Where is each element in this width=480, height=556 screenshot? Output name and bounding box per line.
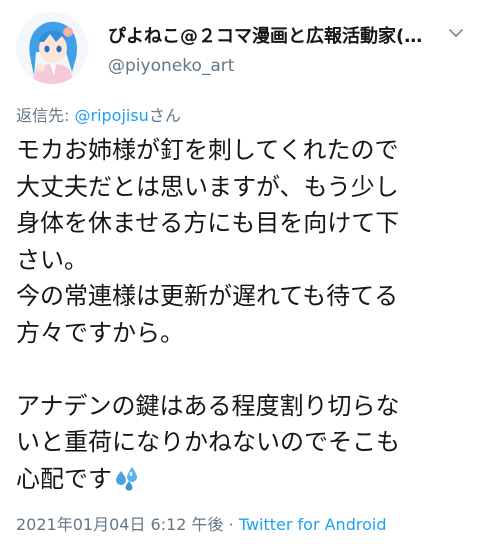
avatar[interactable] (16, 12, 88, 84)
client-link[interactable]: Twitter for Android (239, 515, 387, 534)
reply-to-line: 返信先: @ripojisuさん (16, 102, 181, 126)
chevron-down-icon[interactable] (447, 26, 465, 40)
tweet-card: ぴよねこ@２コマ漫画と広報活動家(… @piyoneko_art 返信先: @r… (0, 0, 480, 556)
tweet-line: さい。 (16, 245, 88, 274)
tweet-line-text: 心配です (16, 464, 112, 493)
reply-mention-link[interactable]: @ripojisu (74, 106, 148, 125)
tweet-line: 大丈夫だとは思いますが、もう少し (16, 172, 399, 201)
tweet-text: モカお姉様が釘を刺してくれたので 大丈夫だとは思いますが、もう少し 身体を休ませ… (16, 132, 476, 497)
timestamp[interactable]: 2021年01月04日 6:12 午後 (16, 515, 224, 534)
tweet-meta: 2021年01月04日 6:12 午後 · Twitter for Androi… (16, 511, 386, 535)
tweet-line: アナデンの鍵はある程度割り切らな (16, 391, 400, 420)
tweet-line-last: 心配です (16, 461, 476, 498)
display-name[interactable]: ぴよねこ@２コマ漫画と広報活動家(… (108, 22, 438, 48)
tweet-line: モカお姉様が釘を刺してくれたので (16, 136, 399, 164)
tweet-line: 方々ですから。 (16, 318, 184, 347)
tweet-line: 身体を休ませる方にも目を向けて下 (16, 209, 400, 237)
reply-suffix: さん (148, 106, 181, 125)
reply-prefix: 返信先: (16, 106, 75, 125)
tweet-line: いと重荷になりかねないのでそこも (16, 428, 400, 456)
avatar-illustration-icon (16, 12, 88, 84)
tweet-line: 今の常連様は更新が遅れても待てる (16, 282, 399, 310)
meta-separator: · (223, 515, 239, 534)
user-handle[interactable]: @piyoneko_art (108, 56, 234, 76)
sweat-droplets-icon (116, 466, 137, 491)
